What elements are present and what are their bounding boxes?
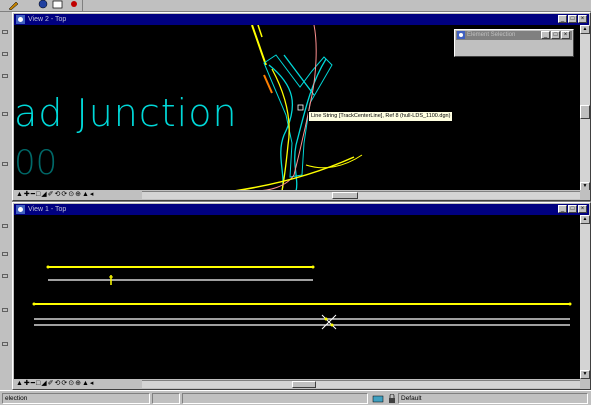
globe-icon[interactable] bbox=[37, 0, 49, 10]
view-2-control-bar: ▲✚━□◢✐⟲⟳⊙⊕▲◂ bbox=[14, 190, 590, 200]
view-1-vertical-scrollbar[interactable]: ▲ ▼ bbox=[580, 215, 590, 379]
palette-tool[interactable] bbox=[2, 30, 8, 34]
element-tooltip: Line String [TrackCenterLine], Ref 8 (hu… bbox=[308, 111, 454, 122]
status-level[interactable]: Default bbox=[398, 393, 588, 404]
view-2-horizontal-scrollbar[interactable] bbox=[142, 191, 580, 199]
palette-tool[interactable] bbox=[2, 342, 8, 346]
palette-tool[interactable] bbox=[2, 274, 8, 278]
scroll-thumb[interactable] bbox=[580, 105, 590, 119]
element-selection-title: Element Selection bbox=[467, 32, 516, 38]
tool-palette bbox=[0, 12, 12, 390]
status-prompt bbox=[152, 393, 180, 404]
record-icon[interactable] bbox=[68, 0, 80, 10]
view-1-titlebar[interactable]: View 1 - Top _ □ × bbox=[14, 204, 589, 215]
view-1-window: View 1 - Top _ □ × ▲ ▼ ▲✚━□◢✐⟲⟳⊙⊕▲◂ bbox=[12, 202, 591, 390]
view-window-icon bbox=[16, 205, 25, 214]
view-window-icon bbox=[16, 15, 25, 24]
lock-icon[interactable] bbox=[388, 394, 396, 404]
element-selection-panel[interactable]: Element Selection _ □ × bbox=[454, 29, 574, 57]
view-2-title: View 2 - Top bbox=[28, 16, 67, 23]
palette-tool[interactable] bbox=[2, 74, 8, 78]
minimize-button[interactable]: _ bbox=[558, 205, 567, 213]
view-2-canvas[interactable]: ad Junction 00 Line String [TrackCenterL… bbox=[14, 25, 580, 191]
status-message: election bbox=[2, 393, 150, 404]
scroll-up-arrow[interactable]: ▲ bbox=[580, 25, 590, 34]
track-geometry[interactable] bbox=[14, 215, 580, 379]
maximize-button[interactable]: □ bbox=[568, 15, 577, 23]
view-2-window: View 2 - Top _ □ × ad Junction 00 Line S… bbox=[12, 12, 591, 201]
palette-tool[interactable] bbox=[2, 52, 8, 56]
level-icon[interactable] bbox=[372, 394, 384, 404]
scroll-up-arrow[interactable]: ▲ bbox=[580, 215, 590, 224]
pencil-icon[interactable] bbox=[8, 0, 20, 10]
view-1-title: View 1 - Top bbox=[28, 206, 67, 213]
view-1-control-bar: ▲✚━□◢✐⟲⟳⊙⊕▲◂ bbox=[14, 379, 590, 389]
view-1-canvas[interactable] bbox=[14, 215, 580, 379]
palette-tool[interactable] bbox=[2, 308, 8, 312]
maximize-button[interactable]: □ bbox=[551, 31, 560, 39]
scroll-thumb[interactable] bbox=[332, 192, 358, 199]
element-selection-titlebar[interactable]: Element Selection _ □ × bbox=[456, 31, 572, 40]
minimize-button[interactable]: _ bbox=[558, 15, 567, 23]
minimize-button[interactable]: _ bbox=[541, 31, 550, 39]
close-button[interactable]: × bbox=[578, 15, 587, 23]
view-control-icons[interactable]: ▲✚━□◢✐⟲⟳⊙⊕▲◂ bbox=[16, 191, 94, 199]
scroll-down-arrow[interactable]: ▼ bbox=[580, 370, 590, 379]
view-control-icons[interactable]: ▲✚━□◢✐⟲⟳⊙⊕▲◂ bbox=[16, 380, 94, 388]
palette-tool[interactable] bbox=[2, 224, 8, 228]
selection-icon bbox=[457, 31, 465, 39]
status-bar: election Default bbox=[0, 390, 591, 405]
scroll-thumb[interactable] bbox=[292, 381, 316, 388]
mdi-workspace: View 2 - Top _ □ × ad Junction 00 Line S… bbox=[12, 12, 591, 390]
view-2-titlebar[interactable]: View 2 - Top _ □ × bbox=[14, 14, 589, 25]
close-button[interactable]: × bbox=[561, 31, 570, 39]
window-icon[interactable] bbox=[52, 0, 64, 10]
view-1-horizontal-scrollbar[interactable] bbox=[142, 380, 580, 388]
main-toolbar bbox=[0, 0, 591, 12]
toolbar-divider bbox=[82, 0, 83, 11]
maximize-button[interactable]: □ bbox=[568, 205, 577, 213]
palette-tool[interactable] bbox=[2, 112, 8, 116]
view-2-vertical-scrollbar[interactable]: ▲ ▼ bbox=[580, 25, 590, 191]
palette-tool[interactable] bbox=[2, 252, 8, 256]
palette-tool[interactable] bbox=[2, 162, 8, 166]
close-button[interactable]: × bbox=[578, 205, 587, 213]
status-field bbox=[182, 393, 368, 404]
